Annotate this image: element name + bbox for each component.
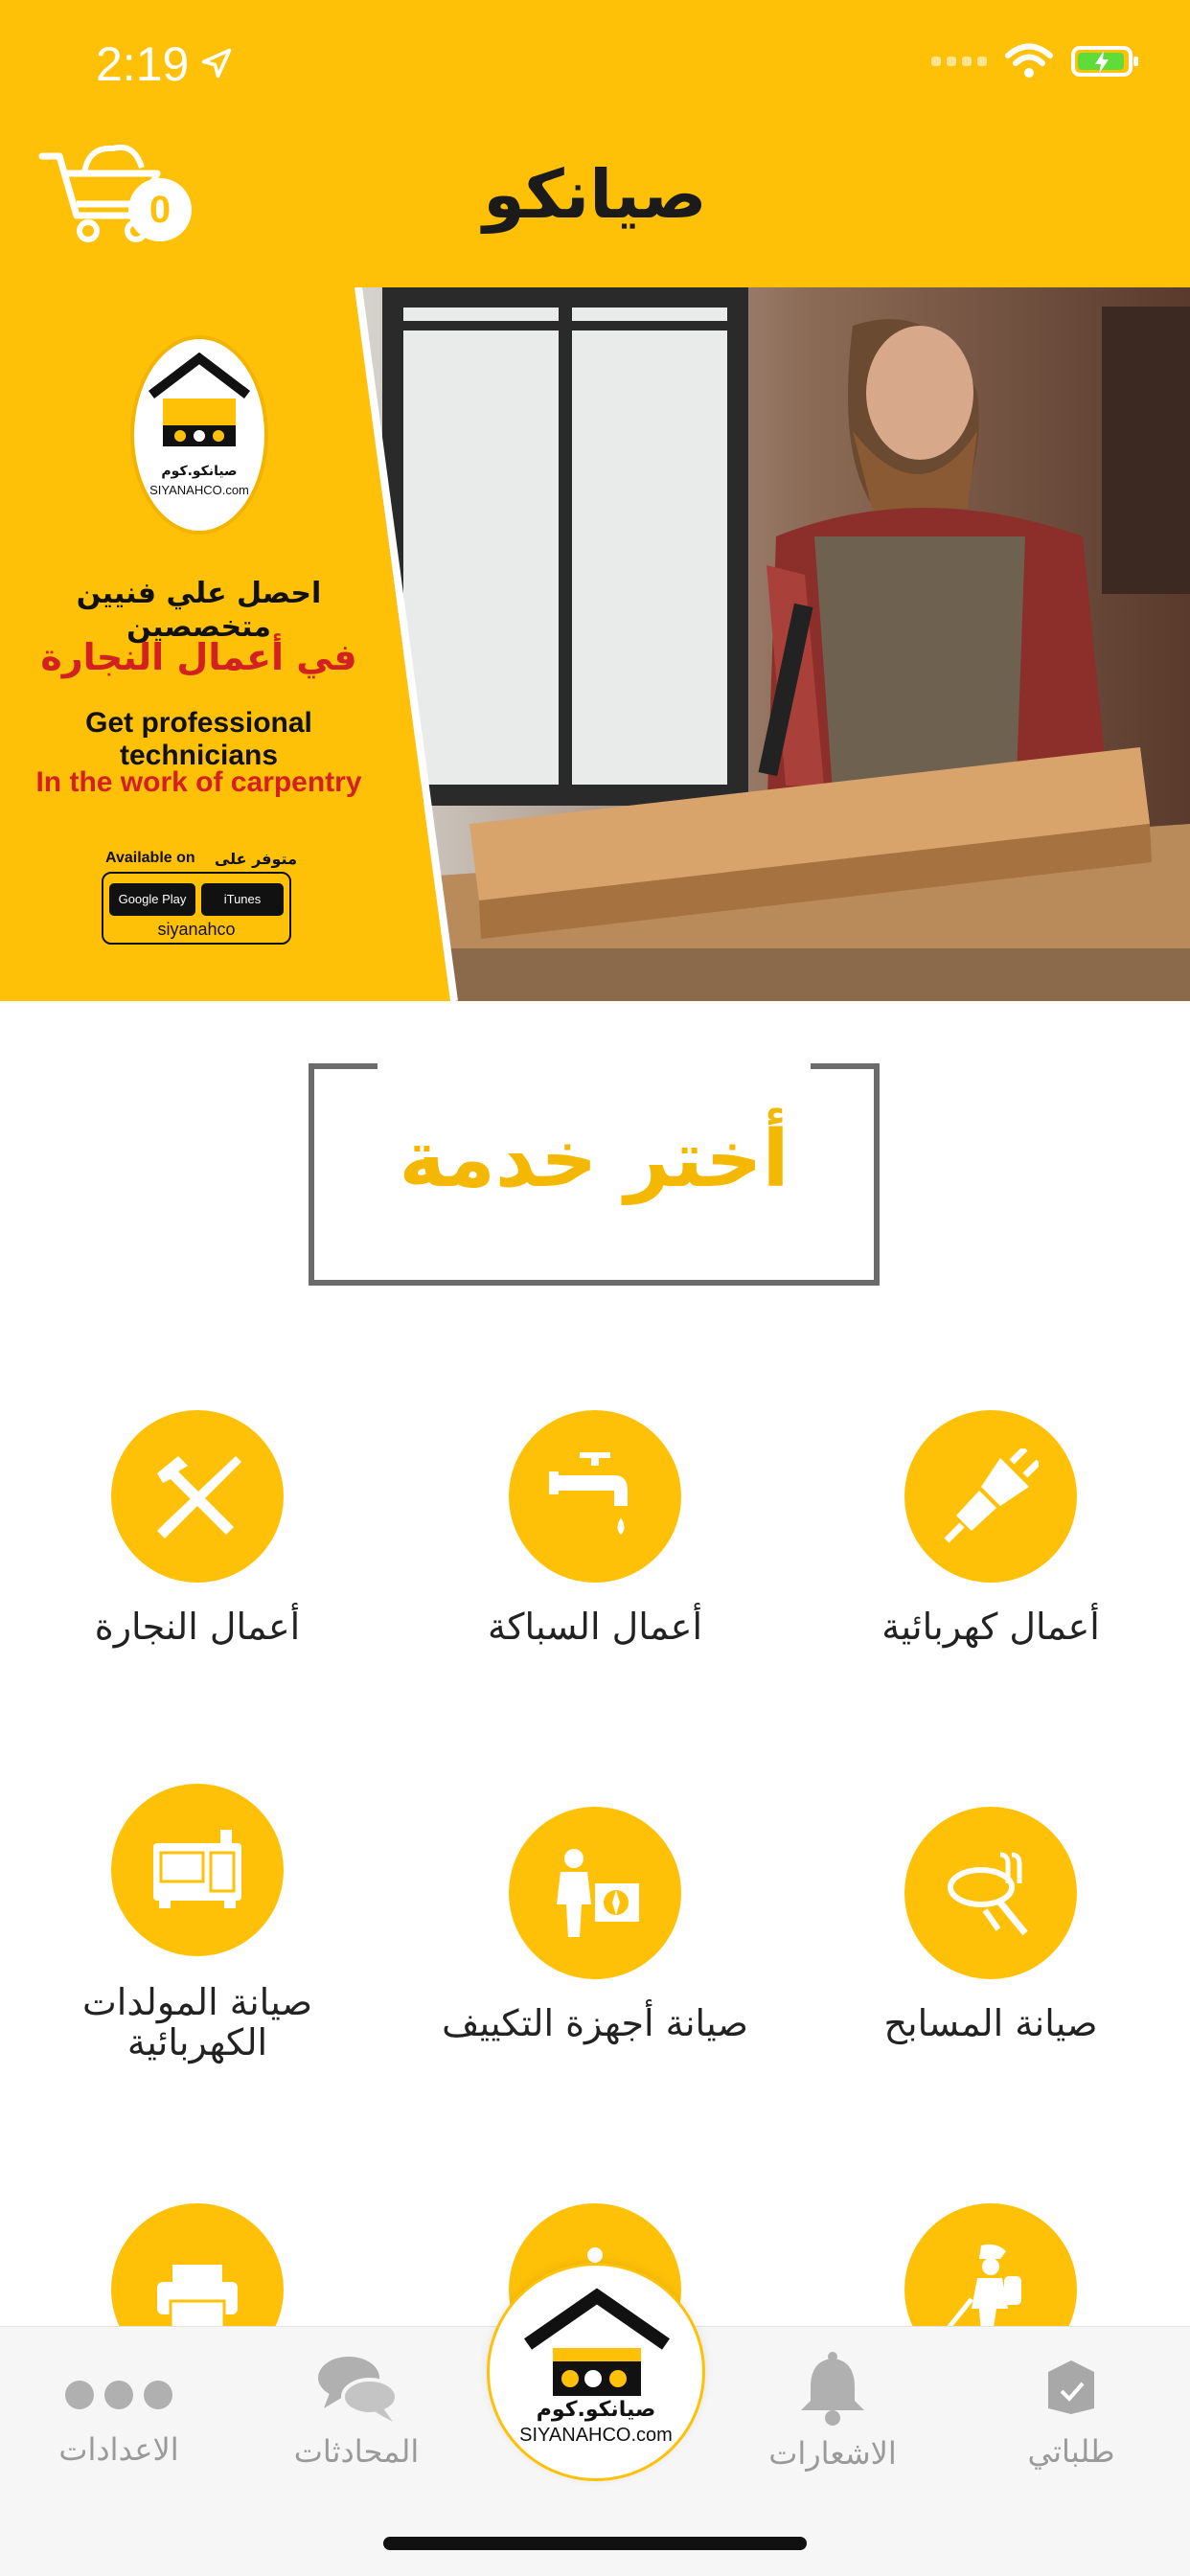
home-logo-button[interactable]: صيانكو.كوم SIYANAHCO.com xyxy=(487,2263,705,2481)
service-circle[interactable] xyxy=(111,1410,284,1583)
more-dots-icon xyxy=(65,2381,172,2409)
home-logo-text-en: SIYANAHCO.com xyxy=(519,2425,673,2446)
cellular-signal-icon xyxy=(931,57,987,66)
siyanahco-logo: صيانكو.كوم SIYANAHCO.com xyxy=(130,335,268,535)
electric-plug-icon xyxy=(944,1448,1039,1543)
available-on-ar: متوفر على xyxy=(214,850,297,868)
banner-subline-ar: في أعمال النجارة xyxy=(40,636,357,678)
service-circle[interactable] xyxy=(904,1807,1077,1979)
banner-headline-en: Get professional technicians xyxy=(85,707,312,771)
service-circle[interactable] xyxy=(904,1410,1077,1583)
tab-settings-label[interactable]: الاعدادات xyxy=(4,2431,234,2468)
hammer-saw-icon xyxy=(157,1456,241,1539)
choose-service-title: أختر خدمة xyxy=(399,1114,790,1205)
service-circle[interactable] xyxy=(509,1807,681,1979)
service-label: صيانة المسابح xyxy=(883,2002,1098,2044)
generator-icon xyxy=(153,1830,241,1908)
store-badges: Google Play iTunes siyanahco xyxy=(102,872,291,945)
orders-box-icon xyxy=(1048,2360,1094,2414)
printer-icon xyxy=(157,2265,238,2332)
pest-control-icon xyxy=(947,2244,1021,2334)
wifi-icon xyxy=(1005,43,1053,78)
bell-icon xyxy=(801,2352,864,2426)
battery-icon xyxy=(1071,46,1138,77)
service-circle[interactable] xyxy=(509,1410,681,1583)
itunes-badge: iTunes xyxy=(201,883,284,916)
service-label: صيانة أجهزة التكييف xyxy=(442,2002,748,2044)
available-on-row: Available on متوفر على xyxy=(105,850,297,868)
chat-bubbles-icon xyxy=(318,2357,399,2422)
service-label: أعمال السباكة xyxy=(487,1606,702,1648)
logo-text-ar: صيانكو.كوم xyxy=(161,464,238,479)
pool-maintenance-icon xyxy=(948,1852,1028,1936)
carpenter-photo xyxy=(355,287,1190,1001)
home-indicator xyxy=(383,2537,807,2550)
store-url: siyanahco xyxy=(157,920,236,939)
location-arrow-icon xyxy=(201,48,232,79)
service-circle[interactable] xyxy=(111,1784,284,1956)
service-label: صيانة المولدات الكهربائية xyxy=(82,1981,312,2063)
tab-notifications-label[interactable]: الاشعارات xyxy=(718,2435,948,2472)
available-on-en: Available on xyxy=(105,850,195,866)
google-play-badge: Google Play xyxy=(109,883,195,916)
app-header: 2:19 0 صيانكو xyxy=(0,0,1190,287)
app-title: صيانكو xyxy=(483,155,707,234)
ac-technician-icon xyxy=(557,1849,639,1937)
logo-text-en: SIYANAHCO.com xyxy=(149,483,249,497)
house-logo-icon xyxy=(148,352,251,446)
banner-headline-ar: احصل علي فنيين متخصصين xyxy=(76,577,322,644)
banner-subline-en: In the work of carpentry xyxy=(35,766,362,798)
tab-orders-label[interactable]: طلباتي xyxy=(956,2433,1186,2470)
tab-chats-label[interactable]: المحادثات xyxy=(241,2433,471,2470)
water-tap-icon xyxy=(549,1452,628,1535)
status-time: 2:19 xyxy=(96,37,190,91)
service-label: أعمال كهربائية xyxy=(881,1606,1100,1648)
promo-banner[interactable]: صيانكو.كوم SIYANAHCO.com احصل علي فنيين … xyxy=(0,287,1190,1001)
home-logo-text-ar: صيانكو.كوم xyxy=(536,2398,656,2422)
status-icons xyxy=(931,43,1138,80)
service-label: أعمال النجارة xyxy=(94,1606,301,1648)
